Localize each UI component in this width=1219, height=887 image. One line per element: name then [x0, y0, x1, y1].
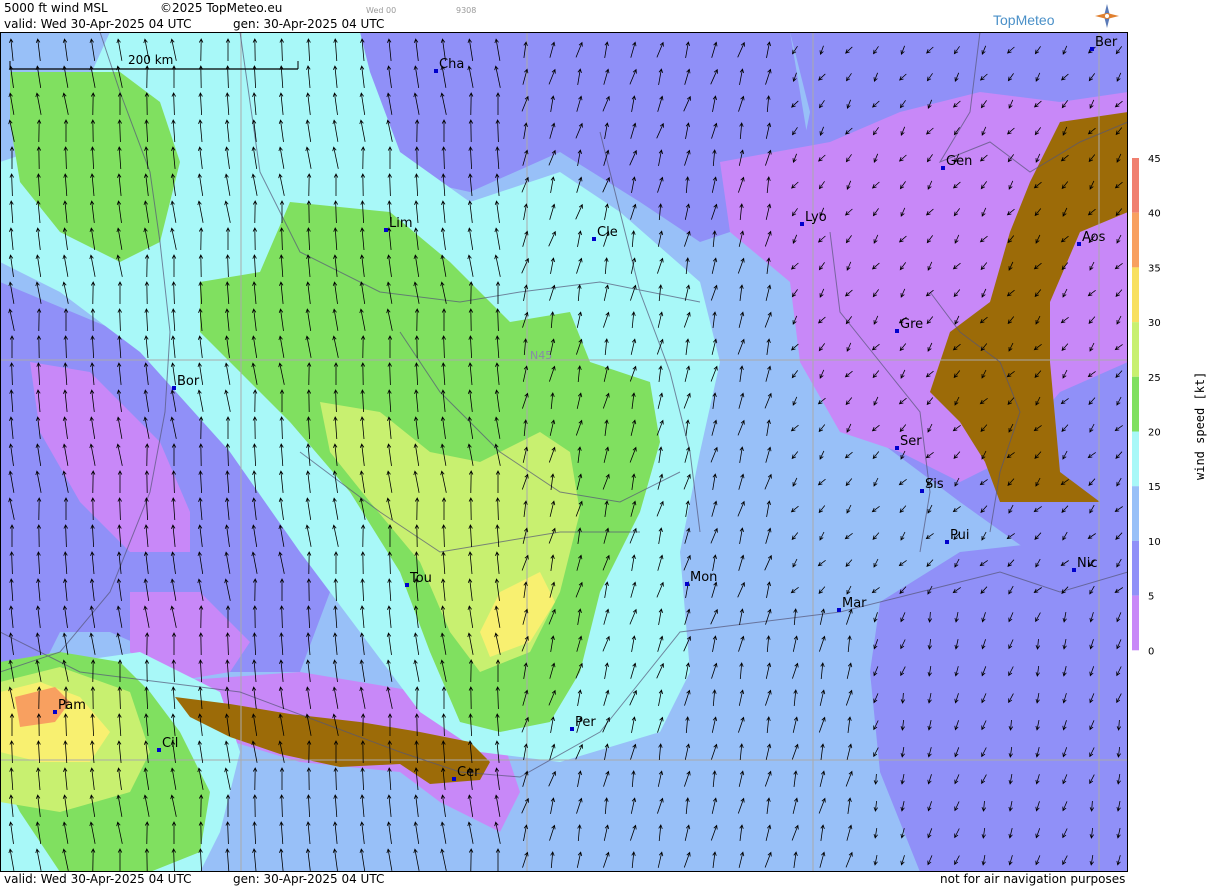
legend-swatch	[1132, 267, 1139, 323]
run-label: Wed 00	[366, 6, 397, 15]
copyright: ©2025 TopMeteo.eu	[160, 1, 283, 15]
legend-tick-label: 25	[1148, 373, 1161, 384]
graticule-label: N45	[530, 349, 552, 362]
city-label-lim: Lim	[389, 216, 413, 231]
legend-colorbar	[1132, 158, 1139, 651]
city-label-cer: Cer	[457, 765, 480, 780]
city-ber[interactable]: Ber	[1090, 35, 1118, 51]
city-cer[interactable]: Cer	[452, 765, 480, 781]
city-label-gre: Gre	[900, 317, 923, 332]
city-label-sis: Sis	[925, 477, 944, 492]
legend-swatch	[1132, 376, 1139, 432]
brand-name: TopMeteo	[993, 12, 1055, 28]
legend-tick-label: 40	[1148, 209, 1161, 220]
city-cha[interactable]: Cha	[434, 57, 464, 73]
legend-tick-label: 5	[1148, 592, 1154, 603]
topmeteo-logo: TopMeteo	[993, 4, 1119, 28]
wind-speed-legend: 45 40 35 30 25 20 15 10 5 0 wind speed [kt]	[1132, 154, 1207, 657]
compass-icon	[1095, 4, 1119, 28]
wind-map[interactable]: N45 200 km Cha Ber Gen Lim Cle Lyo Aos G…	[0, 32, 1128, 872]
city-pam[interactable]: Pam	[53, 698, 86, 714]
legend-ticks: 45 40 35 30 25 20 15 10 5 0	[1148, 154, 1161, 657]
legend-swatch	[1132, 158, 1139, 213]
legend-tick-label: 0	[1148, 646, 1154, 657]
city-label-gen: Gen	[946, 154, 972, 169]
city-label-lyo: Lyo	[805, 210, 827, 225]
city-label-cil: Cil	[162, 736, 178, 751]
product-title: 5000 ft wind MSL	[4, 1, 108, 15]
legend-swatch	[1132, 595, 1139, 651]
city-label-per: Per	[575, 715, 596, 730]
city-label-mar: Mar	[842, 596, 867, 611]
legend-swatch	[1132, 431, 1139, 487]
scale-label: 200 km	[128, 53, 173, 67]
legend-swatch	[1132, 486, 1139, 541]
city-bor[interactable]: Bor	[172, 374, 200, 390]
legend-swatch	[1132, 540, 1139, 596]
legend-tick-label: 45	[1148, 154, 1161, 165]
legend-tick-label: 35	[1148, 263, 1161, 274]
legend-tick-label: 15	[1148, 482, 1161, 493]
city-label-ber: Ber	[1095, 35, 1118, 50]
legend-swatch	[1132, 322, 1139, 377]
city-gre[interactable]: Gre	[895, 317, 923, 333]
wind-zone-10	[870, 542, 1128, 872]
city-tou[interactable]: Tou	[405, 571, 432, 587]
valid-time: valid: Wed 30-Apr-2025 04 UTC	[4, 17, 192, 31]
navigation-disclaimer: not for air navigation purposes	[940, 872, 1126, 886]
footer-valid-time: valid: Wed 30-Apr-2025 04 UTC	[4, 872, 192, 886]
city-ser[interactable]: Ser	[895, 434, 922, 450]
city-label-bor: Bor	[177, 374, 200, 389]
footer-generated-time: gen: 30-Apr-2025 04 UTC	[233, 872, 385, 886]
city-gen[interactable]: Gen	[941, 154, 972, 170]
legend-tick-label: 30	[1148, 318, 1161, 329]
city-aos[interactable]: Aos	[1077, 230, 1106, 246]
legend-title: wind speed [kt]	[1193, 372, 1207, 480]
legend-tick-label: 10	[1148, 537, 1161, 548]
city-lim[interactable]: Lim	[384, 216, 413, 232]
city-label-nic: Nic	[1077, 556, 1097, 571]
legend-swatch	[1132, 212, 1139, 268]
code-label: 9308	[456, 6, 477, 15]
city-label-ser: Ser	[900, 434, 922, 449]
city-label-cha: Cha	[439, 57, 464, 72]
generated-time: gen: 30-Apr-2025 04 UTC	[233, 17, 385, 31]
city-label-cle: Cle	[597, 225, 618, 240]
city-label-mon: Mon	[690, 570, 717, 585]
city-label-pam: Pam	[58, 698, 86, 713]
city-label-aos: Aos	[1082, 230, 1106, 245]
city-mon[interactable]: Mon	[685, 570, 717, 586]
legend-tick-label: 20	[1148, 428, 1161, 439]
city-label-pui: Pui	[950, 528, 969, 543]
city-mar[interactable]: Mar	[837, 596, 867, 612]
city-label-tou: Tou	[409, 571, 432, 586]
